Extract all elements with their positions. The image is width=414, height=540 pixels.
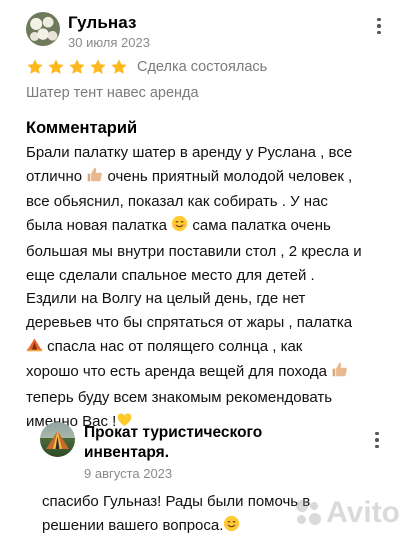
rating-row: Сделка состоялась — [26, 57, 267, 77]
review-header: Гульназ 30 июля 2023 — [26, 12, 396, 54]
review-card: Гульназ 30 июля 2023 Сделка состоялась Ш… — [0, 0, 414, 540]
text-line: была новая палатка сама палатка очень — [26, 214, 396, 240]
text-line: Ездили на Волгу на целый день, где нет — [26, 290, 306, 308]
text-line: все обьяснил, показал как собирать . У н… — [26, 193, 328, 211]
seller-avatar[interactable] — [40, 422, 75, 457]
author-name[interactable]: Гульназ — [68, 13, 137, 33]
more-options-button[interactable] — [372, 12, 386, 40]
seller-name[interactable]: Прокат туристического инвентаря. — [84, 423, 334, 462]
star-icon — [90, 59, 106, 74]
text-line: еще сделали спальное место для детей . — [26, 266, 315, 284]
thumbs-up-emoji — [86, 166, 103, 191]
star-rating — [26, 58, 128, 76]
text-line: спасла нас от полящего солнца , как — [26, 335, 396, 361]
deal-status: Сделка состоялась — [137, 59, 268, 75]
text-line: большая мы внутри поставили стол , 2 кре… — [26, 242, 362, 260]
reply-date: 9 августа 2023 — [84, 466, 173, 481]
smile-emoji — [171, 215, 188, 240]
item-title[interactable]: Шатер тент навес аренда — [26, 85, 199, 101]
star-icon — [69, 59, 85, 74]
thumbs-up-emoji — [331, 361, 348, 386]
text-line: деревьев что бы спрятаться от жары , пал… — [26, 313, 353, 331]
text-line: хорошо что есть аренда вещей для похода — [26, 360, 396, 386]
reply-more-options-button[interactable] — [370, 426, 384, 454]
watermark-text: Avito — [326, 496, 400, 529]
text-line: отлично очень приятный молодой человек , — [26, 165, 396, 191]
text-line: теперь буду всем знакомым рекомендовать — [26, 389, 333, 407]
star-icon — [48, 59, 64, 74]
more-vertical-icon — [375, 431, 379, 436]
comment-heading: Комментарий — [26, 119, 138, 137]
avito-logo — [294, 498, 324, 528]
smile-emoji — [223, 515, 240, 540]
avito-watermark: Avito — [294, 496, 400, 530]
star-icon — [111, 59, 127, 74]
more-vertical-icon — [377, 17, 381, 22]
review-date: 30 июля 2023 — [68, 35, 150, 50]
text-line: Брали палатку шатер в аренду у Руслана ,… — [26, 144, 353, 161]
star-icon — [27, 59, 43, 74]
tent-emoji — [26, 336, 43, 361]
author-avatar[interactable] — [26, 12, 60, 46]
comment-text: Брали палатку шатер в аренду у Руслана ,… — [26, 141, 396, 435]
